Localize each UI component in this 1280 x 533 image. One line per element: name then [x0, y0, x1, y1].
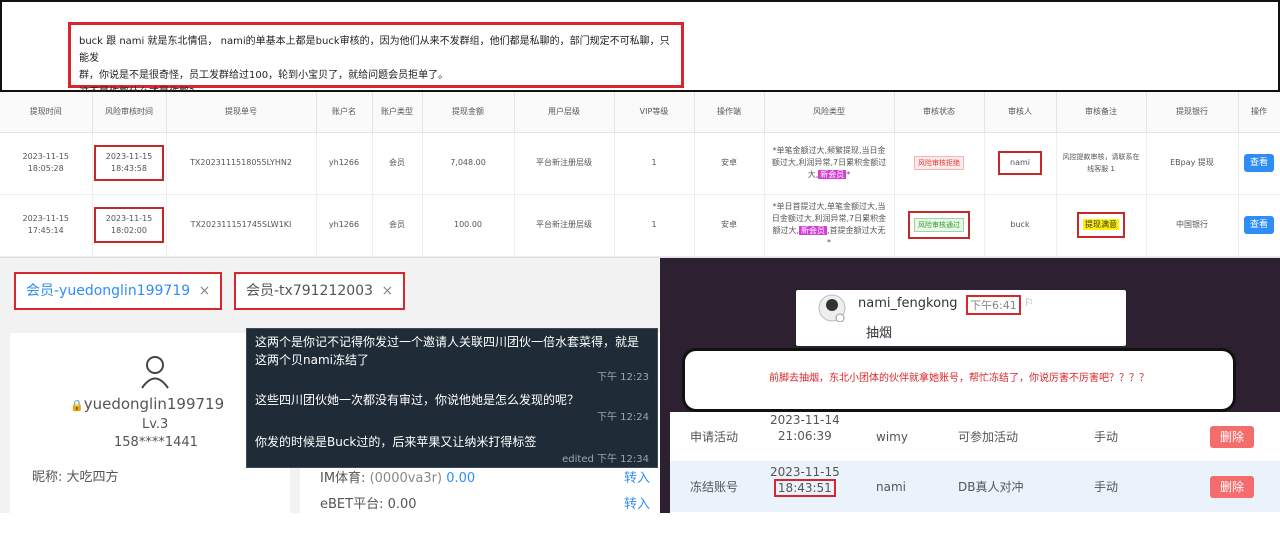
chat-message: 你发的时候是Buck过的，后来苹果又让纳米打得标签 edited 下午 12:3… [247, 427, 657, 465]
col-header: 操作端 [694, 92, 765, 133]
im-row: IM体育: (0000va3r) 0.00 转入 [320, 467, 650, 486]
member-username: yuedonglin199719 [83, 395, 225, 413]
log-datetime: 2023-11-14 21:06:39 [770, 413, 840, 443]
log-row: 申请活动 2023-11-14 21:06:39 wimy 可参加活动 手动 删除 [670, 412, 1280, 462]
note-line-1: buck 跟 nami 就是东北情侣， nami的单基本上都是buck审核的，因… [79, 36, 670, 64]
member-phone: 158****1441 [114, 435, 198, 450]
withdrawal-table: 提现时间 风险审核时间 提现单号 账户名 账户类型 提现金额 用户层级 VIP等… [0, 92, 1280, 258]
lock-icon: 🔒 [70, 399, 84, 412]
audit-status: 风险审核通过 [894, 194, 985, 257]
col-header: 账户名 [316, 92, 373, 133]
delete-button[interactable]: 删除 [1210, 476, 1255, 498]
account-name: yh1266 [316, 194, 373, 257]
close-icon[interactable]: × [381, 283, 393, 299]
message-time: 下午6:41 [966, 295, 1021, 315]
table-row: 2023-11-15 18:05:28 2023-11-15 18:43:58 TX… [0, 132, 1280, 195]
message-text: 抽烟 [866, 326, 893, 341]
account-name: yh1266 [316, 132, 373, 195]
vip-level: 1 [614, 132, 695, 195]
delete-button[interactable]: 删除 [1210, 426, 1255, 448]
col-header: 用户层级 [514, 92, 615, 133]
transfer-in-link[interactable]: 转入 [624, 493, 650, 512]
account-type: 会员 [372, 194, 423, 257]
auditor: nami [984, 132, 1057, 195]
avatar [818, 294, 846, 322]
message-time: edited 下午 12:34 [562, 454, 649, 465]
tab-label: 会员-tx791212003 [246, 283, 373, 299]
flag-icon: ⚐ [1024, 296, 1034, 309]
user-level: 平台新注册层级 [514, 132, 615, 195]
message-time: 下午 12:23 [597, 372, 649, 383]
view-button[interactable]: 查看 [1243, 154, 1274, 172]
action-log: 申请活动 2023-11-14 21:06:39 wimy 可参加活动 手动 删除… [670, 412, 1280, 513]
audit-remark: 提现满意 [1056, 194, 1147, 257]
audit-status: 风险审核拒绝 [894, 132, 985, 195]
message-time: 下午 12:24 [597, 412, 649, 423]
action-cell: 查看 [1238, 132, 1280, 195]
chat-message: 这些四川团伙她一次都没有审过，你说他她是怎么发现的呢？ 下午 12:24 [247, 387, 657, 423]
status-badge: 风险审核通过 [914, 218, 964, 232]
new-member-tag: 新会员 [799, 226, 827, 235]
member-username-row: 🔒yuedonglin199719 [70, 395, 224, 413]
risk-audit-time: 2023-11-15 18:02:00 [92, 194, 167, 257]
telegram-message: nami_fengkong 下午6:41 ⚐ 抽烟 [796, 290, 1126, 346]
table-header-row: 提现时间 风险审核时间 提现单号 账户名 账户类型 提现金额 用户层级 VIP等… [0, 92, 1280, 133]
log-datetime: 2023-11-15 18:43:51 [770, 465, 840, 497]
amount: 7,048.00 [422, 132, 515, 195]
bank: EBpay 提现 [1146, 132, 1239, 195]
col-header: 提现金额 [422, 92, 515, 133]
col-header: 账户类型 [372, 92, 423, 133]
withdraw-time: 2023-11-15 17:45:14 [0, 194, 93, 257]
col-header: 审核状态 [894, 92, 985, 133]
auditor: buck [984, 194, 1057, 257]
note-box: buck 跟 nami 就是东北情侣， nami的单基本上都是buck审核的，因… [68, 22, 684, 98]
table-row: 2023-11-15 17:45:14 2023-11-15 18:02:00 TX… [0, 194, 1280, 257]
col-header: 风险审核时间 [92, 92, 167, 133]
risk-type: *单日首提过大,单笔金额过大,当日金额过大,利润异常,7日累积金额过大, 新会员,… [764, 194, 895, 257]
col-header: 提现时间 [0, 92, 93, 133]
col-header: 风险类型 [764, 92, 895, 133]
account-type: 会员 [372, 132, 423, 195]
view-button[interactable]: 查看 [1243, 216, 1274, 234]
nickname-row: 昵称: 大吃四方 [32, 470, 119, 485]
sender-name: nami_fengkong [858, 296, 958, 311]
status-badge: 风险审核拒绝 [914, 156, 964, 170]
vip-level: 1 [614, 194, 695, 257]
note-panel: buck 跟 nami 就是东北情侣， nami的单基本上都是buck审核的，因… [0, 0, 1280, 98]
col-header: 提现单号 [166, 92, 317, 133]
col-header: 审核备注 [1056, 92, 1147, 133]
col-header: 提现银行 [1146, 92, 1239, 133]
tab-member-2[interactable]: 会员-tx791212003 × [234, 272, 406, 310]
warning-callout: 前脚去抽烟，东北小团体的伙伴就拿她账号，帮忙冻结了，你说厉害不厉害吧？？？？ [682, 348, 1236, 412]
chat-message: 这两个是你记不记得你发过一个邀请人关联四川团伙一倍水套菜得，就是这两个贝nami… [247, 329, 657, 383]
order-id: TX2023111518055LYHN2 [166, 132, 317, 195]
close-icon[interactable]: × [199, 283, 211, 299]
member-level: Lv.3 [142, 417, 169, 432]
col-header: VIP等级 [614, 92, 695, 133]
withdraw-time: 2023-11-15 18:05:28 [0, 132, 93, 195]
tab-label: 会员-yuedonglin199719 [26, 283, 191, 299]
user-level: 平台新注册层级 [514, 194, 615, 257]
col-header: 操作 [1238, 92, 1280, 133]
bank: 中国银行 [1146, 194, 1239, 257]
log-row: 冻结账号 2023-11-15 18:43:51 nami DB真人对冲 手动 删… [670, 462, 1280, 512]
order-id: TX202311151745SLW1KI [166, 194, 317, 257]
audit-remark: 风控提款审核，请联系在线客服 1 [1056, 132, 1147, 195]
tab-member-1[interactable]: 会员-yuedonglin199719 × [14, 272, 223, 310]
user-icon [141, 356, 169, 389]
client: 安卓 [694, 132, 765, 195]
col-header: 审核人 [984, 92, 1057, 133]
ebet-row: eBET平台: 0.00 转入 [320, 493, 650, 512]
new-member-tag: 新会员 [818, 170, 847, 179]
note-line-2: 群，你说是不是很奇怪，员工发群给过100，轮到小宝贝了，就给问题会员拒单了。 [79, 70, 449, 81]
risk-type: *单笔金额过大,频繁提现,当日金额过大,利润异常,7日累积金额过大, 新会员 * [764, 132, 895, 195]
amount: 100.00 [422, 194, 515, 257]
client: 安卓 [694, 194, 765, 257]
transfer-in-link[interactable]: 转入 [624, 467, 650, 486]
risk-audit-time: 2023-11-15 18:43:58 [92, 132, 167, 195]
chat-messages: 这两个是你记不记得你发过一个邀请人关联四川团伙一倍水套菜得，就是这两个贝nami… [246, 328, 658, 468]
action-cell: 查看 [1238, 194, 1280, 257]
